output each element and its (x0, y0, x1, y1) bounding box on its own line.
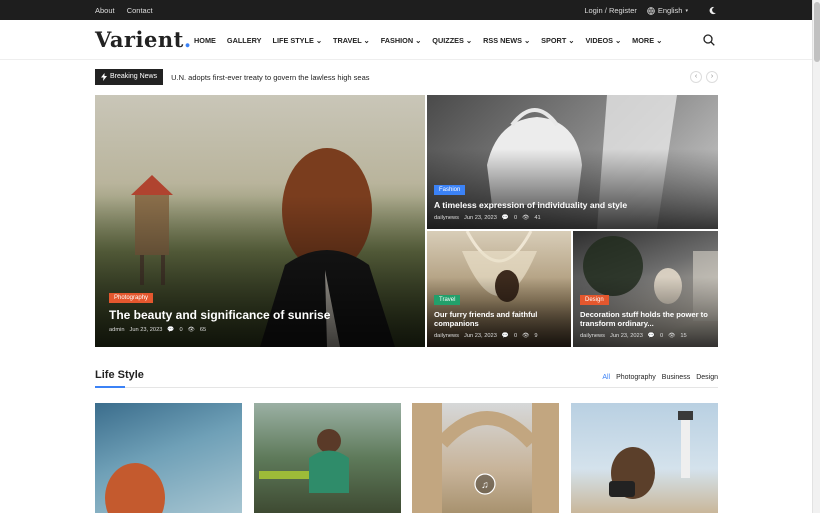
globe-icon (647, 6, 655, 15)
post-thumbnail-image (259, 429, 349, 493)
breaking-news-badge: Breaking News (95, 69, 164, 85)
comment-icon: 💬 (501, 333, 509, 339)
nav-quizzes[interactable]: QUIZZES ⌄ (432, 36, 472, 45)
nav-videos[interactable]: VIDEOS ⌄ (585, 36, 621, 45)
post-thumbnail[interactable]: ♫ (412, 403, 559, 513)
view-count: 65 (199, 327, 207, 333)
language-label: English (657, 6, 683, 15)
comment-count: 0 (179, 327, 183, 333)
category-badge[interactable]: Design (580, 294, 609, 305)
category-badge[interactable]: Travel (434, 294, 461, 305)
post-author[interactable]: dailynews (434, 215, 459, 221)
post-meta: admin Jun 23, 2023 💬 0 👁 65 (109, 327, 415, 333)
eye-icon: 👁 (187, 327, 195, 333)
next-arrow-icon[interactable]: › (706, 71, 718, 83)
contact-link[interactable]: Contact (127, 6, 153, 15)
filter-business[interactable]: Business (662, 374, 690, 381)
post-date: Jun 23, 2023 (463, 333, 497, 339)
prev-arrow-icon[interactable]: ‹ (690, 71, 702, 83)
featured-top-right-title[interactable]: A timeless expression of individuality a… (434, 200, 708, 210)
page-scrollbar[interactable] (812, 0, 820, 513)
post-date: Jun 23, 2023 (129, 327, 163, 333)
featured-bottom-left-card[interactable]: Travel Our furry friends and faithful co… (427, 231, 571, 347)
nav-fashion[interactable]: FASHION ⌄ (381, 36, 422, 45)
filter-photography[interactable]: Photography (616, 374, 656, 381)
comment-count: 0 (659, 333, 664, 339)
post-thumbnail[interactable] (571, 403, 718, 513)
category-badge[interactable]: Fashion (434, 184, 466, 195)
view-count: 15 (680, 333, 687, 339)
comment-icon: 💬 (647, 333, 655, 339)
featured-main-card[interactable]: Photography The beauty and significance … (95, 95, 425, 347)
post-thumbnail-image (609, 411, 693, 499)
top-bar: About Contact Login / Register English ▾ (0, 0, 812, 20)
nav-sport[interactable]: SPORT ⌄ (541, 36, 574, 45)
caret-down-icon: ▾ (685, 7, 688, 14)
nav-gallery[interactable]: GALLERY (227, 36, 262, 45)
post-author[interactable]: dailynews (580, 333, 605, 339)
section-divider (95, 386, 718, 388)
search-icon[interactable] (703, 34, 715, 46)
logo-dot: . (183, 27, 192, 52)
site-header: Varient. HOME GALLERY LIFE STYLE ⌄ TRAVE… (0, 20, 812, 60)
view-count: 9 (534, 333, 538, 339)
post-thumbnail[interactable] (95, 403, 242, 513)
section-title: Life Style (95, 369, 144, 381)
filter-design[interactable]: Design (696, 374, 718, 381)
featured-bottom-left-title[interactable]: Our furry friends and faithful companion… (434, 310, 561, 328)
post-thumbnail[interactable] (254, 403, 401, 513)
breaking-news-label: Breaking News (110, 73, 158, 80)
logo-text: Varient (95, 27, 184, 52)
post-date: Jun 23, 2023 (609, 333, 643, 339)
post-thumbnail-image: ♫ (412, 403, 559, 513)
breaking-news-bar: Breaking News U.N. adopts first-ever tre… (95, 69, 718, 85)
nav-rss-news[interactable]: RSS NEWS ⌄ (483, 36, 530, 45)
post-author[interactable]: admin (109, 327, 125, 333)
breaking-headline[interactable]: U.N. adopts first-ever treaty to govern … (171, 73, 369, 82)
site-logo[interactable]: Varient. (95, 27, 192, 52)
eye-icon: 👁 (522, 215, 530, 221)
nav-life-style[interactable]: LIFE STYLE ⌄ (273, 36, 323, 45)
comment-count: 0 (513, 333, 518, 339)
login-register-link[interactable]: Login / Register (584, 6, 637, 15)
eye-icon: 👁 (522, 333, 530, 339)
about-link[interactable]: About (95, 6, 115, 15)
main-nav: HOME GALLERY LIFE STYLE ⌄ TRAVEL ⌄ FASHI… (194, 36, 662, 45)
nav-more[interactable]: MORE ⌄ (632, 36, 662, 45)
section-filters: All Photography Business Design (602, 374, 718, 381)
comment-count: 0 (513, 215, 518, 221)
svg-text:♫: ♫ (481, 480, 489, 491)
view-count: 41 (534, 215, 541, 221)
lightning-icon (101, 73, 107, 81)
nav-home[interactable]: HOME (194, 36, 216, 45)
post-meta: dailynews Jun 23, 2023 💬 0 👁 9 (434, 333, 561, 339)
post-meta: dailynews Jun 23, 2023 💬 0 👁 41 (434, 215, 708, 221)
featured-bottom-right-title[interactable]: Decoration stuff holds the power to tran… (580, 310, 708, 328)
featured-bottom-right-card[interactable]: Design Decoration stuff holds the power … (573, 231, 718, 347)
comment-icon: 💬 (501, 215, 509, 221)
featured-main-title[interactable]: The beauty and significance of sunrise (109, 308, 415, 322)
dark-mode-icon[interactable] (708, 6, 717, 15)
filter-all[interactable]: All (602, 374, 610, 381)
comment-icon: 💬 (167, 327, 175, 333)
category-badge[interactable]: Photography (109, 292, 154, 303)
post-meta: dailynews Jun 23, 2023 💬 0 👁 15 (580, 333, 708, 339)
post-author[interactable]: dailynews (434, 333, 459, 339)
post-date: Jun 23, 2023 (463, 215, 497, 221)
post-thumbnail-image (105, 463, 165, 513)
eye-icon: 👁 (668, 333, 676, 339)
nav-travel[interactable]: TRAVEL ⌄ (333, 36, 370, 45)
featured-top-right-card[interactable]: Fashion A timeless expression of individ… (427, 95, 718, 229)
language-selector[interactable]: English ▾ (647, 6, 688, 15)
